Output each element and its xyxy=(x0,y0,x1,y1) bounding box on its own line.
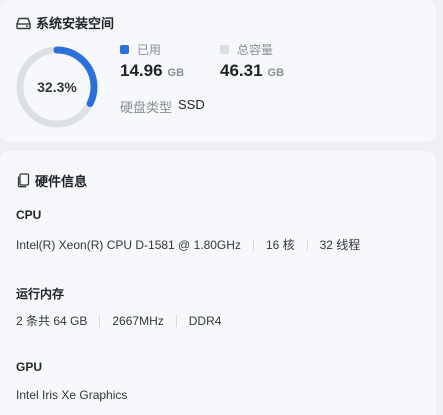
used-swatch xyxy=(120,44,129,54)
drive-icon xyxy=(16,16,31,30)
total-stat: 总容量 46.31 GB xyxy=(220,42,284,81)
cpu-cores: 16 核 xyxy=(265,238,295,252)
memory-modules: 2 条共 64 GB xyxy=(16,314,88,328)
divider xyxy=(175,314,177,327)
gpu-heading: GPU xyxy=(16,360,43,374)
disk-type-label: 硬盘类型 xyxy=(120,100,173,115)
disk-type-value: SSD xyxy=(178,97,205,112)
divider xyxy=(306,238,308,251)
cpu-details: Intel(R) Xeon(R) CPU D-1581 @ 1.80GHz 16… xyxy=(16,236,360,253)
total-swatch xyxy=(220,44,229,54)
total-legend: 总容量 xyxy=(220,42,284,57)
total-legend-label: 总容量 xyxy=(237,42,274,57)
disk-type: 硬盘类型 SSD xyxy=(120,97,205,116)
used-legend: 已用 xyxy=(120,42,184,57)
memory-details: 2 条共 64 GB 2667MHz DDR4 xyxy=(16,312,221,329)
storage-card: 系统安装空间 32.3% 已用 14.96 GB 总容量 46.31 GB 硬盘… xyxy=(0,0,436,142)
used-legend-label: 已用 xyxy=(137,42,162,57)
divider xyxy=(252,238,254,251)
storage-card-title: 系统安装空间 xyxy=(16,13,114,32)
used-value: 14.96 xyxy=(120,61,163,80)
memory-type: DDR4 xyxy=(188,313,222,328)
cpu-threads: 32 线程 xyxy=(319,238,361,252)
hardware-card-title: 硬件信息 xyxy=(16,171,87,190)
total-unit: GB xyxy=(267,67,285,79)
gpu-details: Intel Iris Xe Graphics xyxy=(16,388,127,402)
memory-speed: 2667MHz xyxy=(112,313,164,328)
device-icon xyxy=(16,173,30,188)
gpu-model: Intel Iris Xe Graphics xyxy=(16,388,128,402)
used-stat: 已用 14.96 GB xyxy=(120,42,184,81)
cpu-heading: CPU xyxy=(16,208,42,222)
storage-title-text: 系统安装空间 xyxy=(36,16,115,31)
hardware-title-text: 硬件信息 xyxy=(35,174,88,189)
divider xyxy=(99,314,101,327)
cpu-model: Intel(R) Xeon(R) CPU D-1581 @ 1.80GHz xyxy=(16,237,241,252)
memory-heading: 运行内存 xyxy=(16,287,65,301)
total-value: 46.31 xyxy=(220,61,263,80)
used-unit: GB xyxy=(167,67,185,79)
usage-gauge: 32.3% xyxy=(15,45,99,129)
hardware-card: 硬件信息 CPU Intel(R) Xeon(R) CPU D-1581 @ 1… xyxy=(0,151,436,415)
gauge-percent: 32.3% xyxy=(37,79,77,95)
